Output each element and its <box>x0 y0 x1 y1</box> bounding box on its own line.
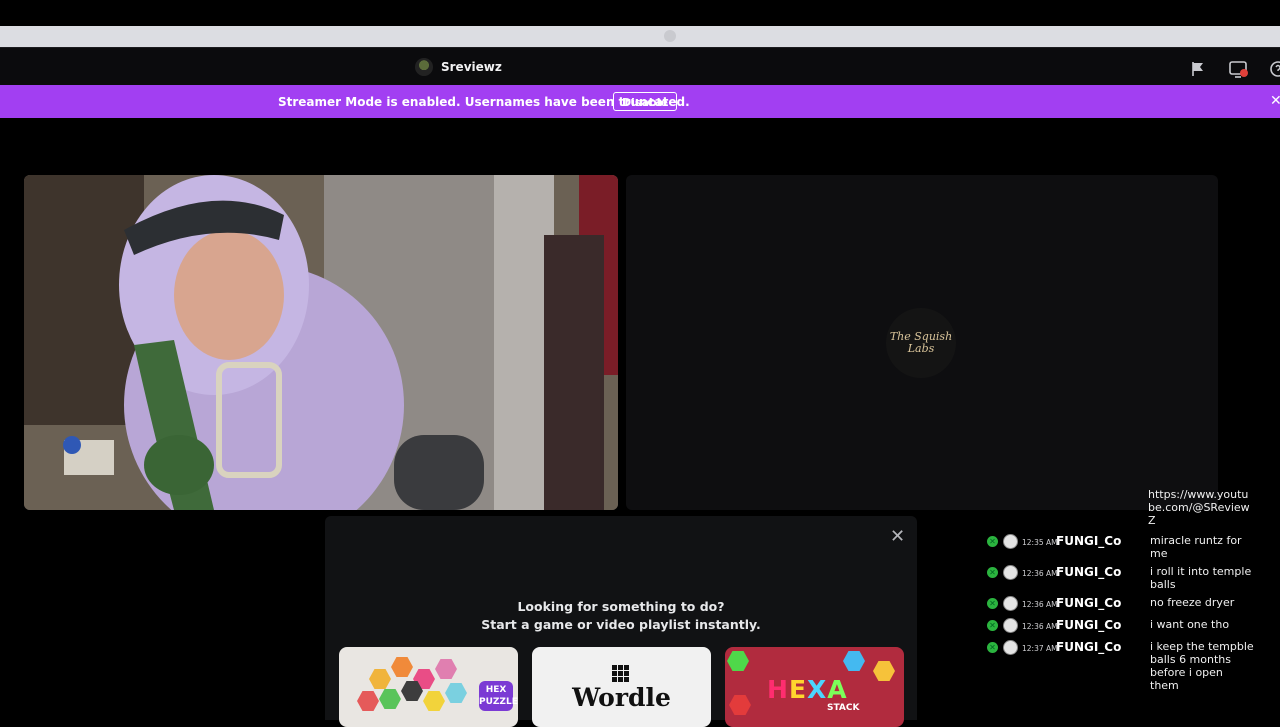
avatar <box>1003 534 1018 549</box>
chat-message-text: miracle runtz for me <box>1150 534 1242 560</box>
chat-message-text: i keep the tempble balls 6 months before… <box>1150 640 1254 692</box>
title-bar: Sreviewz <box>0 47 1280 86</box>
flag-icon[interactable] <box>1190 61 1206 77</box>
help-icon[interactable] <box>1270 61 1280 77</box>
chat-row: ✕ 12:37 AM FUNGI_Co i keep the tempble b… <box>984 639 1256 699</box>
avatar <box>1003 596 1018 611</box>
activity-title: Looking for something to do? Start a gam… <box>325 598 917 634</box>
hex-tile <box>369 669 391 689</box>
moderator-badge-icon: ✕ <box>987 567 998 578</box>
avatar <box>1003 565 1018 580</box>
chat-row: ✕ 12:36 AM FUNGI_Co i roll it into templ… <box>984 564 1256 594</box>
chat-username[interactable]: FUNGI_Co <box>1056 640 1121 654</box>
os-top-bar <box>0 0 1280 26</box>
browser-bar <box>0 26 1280 47</box>
channel-header[interactable]: Sreviewz <box>415 58 502 76</box>
close-icon[interactable]: ✕ <box>1270 93 1280 109</box>
moderator-badge-icon: ✕ <box>987 536 998 547</box>
hex-tile <box>445 683 467 703</box>
activity-card-hexa-stack[interactable]: HEXA STACK <box>725 647 904 727</box>
channel-name: Sreviewz <box>441 60 502 74</box>
squish-labs-logo: The Squish Labs <box>886 308 956 378</box>
close-icon[interactable]: ✕ <box>890 526 905 547</box>
hexa-stack-sub: STACK <box>827 703 860 713</box>
streamer-mode-banner: Streamer Mode is enabled. Usernames have… <box>0 85 1280 118</box>
logo-text: The Squish Labs <box>889 330 953 355</box>
chat-message-text: no freeze dryer <box>1150 596 1235 609</box>
chat-username[interactable]: FUNGI_Co <box>1056 565 1121 579</box>
channel-avatar <box>415 58 433 76</box>
activity-title-line1: Looking for something to do? <box>517 599 725 614</box>
chat-timestamp: 12:36 AM <box>1022 600 1058 609</box>
webcam-video-tile[interactable] <box>24 175 618 510</box>
webcam-feed-image <box>24 175 618 510</box>
chat-overlay: https://www.youtube.com/@SReviewZ ✕ 12:3… <box>984 488 1256 720</box>
hex-tile <box>727 651 749 671</box>
browser-dot <box>664 30 676 42</box>
chat-username[interactable]: FUNGI_Co <box>1056 596 1121 610</box>
hex-tile <box>729 695 751 715</box>
activity-launcher-panel: ✕ Looking for something to do? Start a g… <box>325 516 917 727</box>
chat-message-text: i roll it into temple balls <box>1150 565 1252 591</box>
activity-card-hex-puzzle[interactable]: HEX PUZZLE <box>339 647 518 727</box>
hex-tile <box>391 657 413 677</box>
moderator-badge-icon: ✕ <box>987 620 998 631</box>
chat-username[interactable]: FUNGI_Co <box>1056 618 1121 632</box>
chat-message-text[interactable]: https://www.youtube.com/@SReviewZ <box>1148 488 1252 527</box>
wordle-grid-icon <box>612 665 630 683</box>
moderator-badge-icon: ✕ <box>987 642 998 653</box>
wordle-label: Wordle <box>572 683 671 712</box>
moderator-badge-icon: ✕ <box>987 598 998 609</box>
avatar <box>1003 640 1018 655</box>
hex-tile <box>357 691 379 711</box>
chat-row: ✕ 12:35 AM FUNGI_Co miracle runtz for me <box>984 533 1256 563</box>
chat-timestamp: 12:37 AM <box>1022 644 1058 653</box>
chat-timestamp: 12:36 AM <box>1022 622 1058 631</box>
disable-button[interactable]: Disable <box>613 92 677 111</box>
hex-tile <box>435 659 457 679</box>
stream-video-tile[interactable]: The Squish Labs <box>626 175 1218 510</box>
activity-title-line2: Start a game or video playlist instantly… <box>481 617 761 632</box>
hex-tile <box>873 661 895 681</box>
activity-card-wordle[interactable]: Wordle <box>532 647 711 727</box>
avatar <box>1003 618 1018 633</box>
hex-puzzle-badge: HEX PUZZLE <box>479 681 518 711</box>
hex-tile <box>843 651 865 671</box>
hex-tile <box>379 689 401 709</box>
screen-share-icon[interactable] <box>1229 61 1249 79</box>
hex-tile <box>423 691 445 711</box>
chat-message-text: i want one tho <box>1150 618 1230 631</box>
hexa-stack-label: HEXA <box>767 675 848 704</box>
chat-username[interactable]: FUNGI_Co <box>1056 534 1121 548</box>
chat-timestamp: 12:35 AM <box>1022 538 1058 547</box>
chat-timestamp: 12:36 AM <box>1022 569 1058 578</box>
